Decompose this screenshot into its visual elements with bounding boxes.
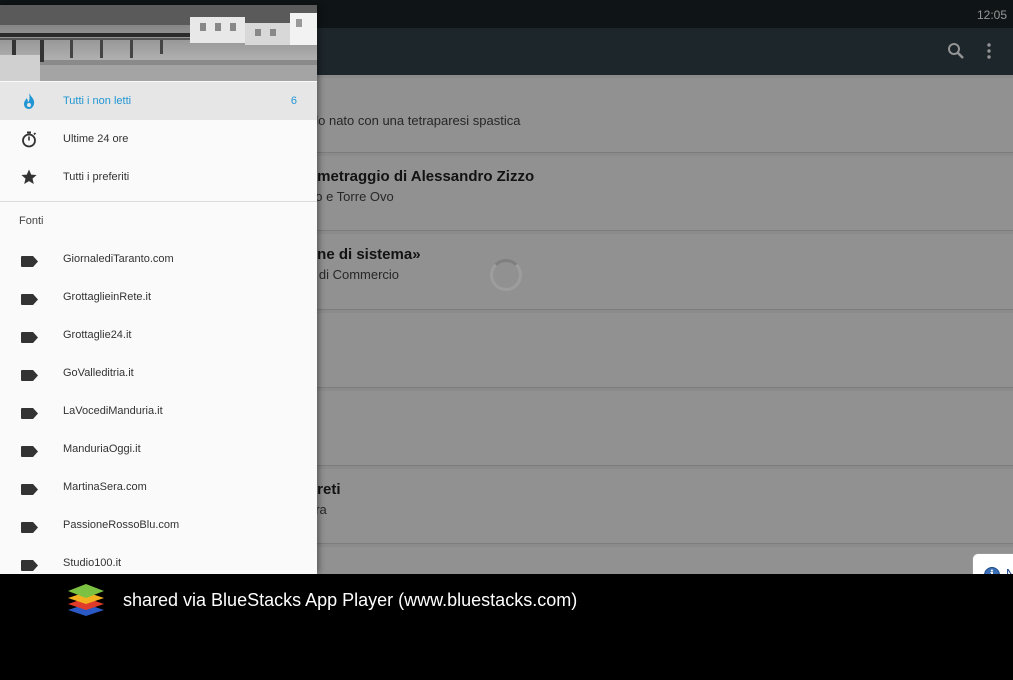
label-tag-icon (21, 330, 38, 343)
nav-item-label: Tutti i non letti (63, 95, 132, 107)
nav-item-source[interactable]: PassioneRossoBlu.com (0, 506, 317, 544)
source-label: MartinaSera.com (63, 481, 147, 493)
nav-item-source[interactable]: Grottaglie24.it (0, 316, 317, 354)
nav-item-source[interactable]: Studio100.it (0, 544, 317, 574)
source-label: ManduriaOggi.it (63, 443, 141, 455)
label-tag-icon (21, 254, 38, 267)
label-tag-icon (21, 520, 38, 533)
nav-item-source[interactable]: MartinaSera.com (0, 468, 317, 506)
navigation-drawer: Tutti i non letti 6 Ultime 24 ore Tutti … (0, 5, 317, 574)
source-label: PassioneRossoBlu.com (63, 519, 180, 531)
unread-count-badge: 6 (290, 95, 297, 107)
nav-item-label: Tutti i preferiti (63, 171, 130, 183)
label-tag-icon (21, 482, 38, 495)
stopwatch-icon (20, 130, 38, 148)
source-label: GiornalediTaranto.com (63, 253, 174, 265)
fire-icon (20, 92, 38, 110)
source-label: Grottaglie24.it (63, 329, 132, 341)
nav-item-source[interactable]: ManduriaOggi.it (0, 430, 317, 468)
source-label: Studio100.it (63, 557, 122, 569)
label-tag-icon (21, 558, 38, 571)
bluestacks-footer: shared via BlueStacks App Player (www.bl… (0, 574, 1013, 680)
label-tag-icon (21, 444, 38, 457)
label-tag-icon (21, 406, 38, 419)
star-icon (20, 168, 38, 186)
drawer-divider (0, 201, 317, 202)
info-icon: i (984, 567, 1000, 574)
label-tag-icon (21, 368, 38, 381)
nav-item-unread[interactable]: Tutti i non letti 6 (0, 82, 317, 120)
notification-toast[interactable]: i N (972, 553, 1013, 574)
nav-item-source[interactable]: GiornalediTaranto.com (0, 240, 317, 278)
bluestacks-logo-icon (66, 582, 106, 618)
sources-section-title: Fonti (19, 215, 44, 227)
nav-item-source[interactable]: GrottaglieinRete.it (0, 278, 317, 316)
label-tag-icon (21, 292, 38, 305)
footer-text: shared via BlueStacks App Player (www.bl… (123, 590, 578, 610)
loading-spinner (490, 259, 522, 291)
nav-item-last-24h[interactable]: Ultime 24 ore (0, 120, 317, 158)
nav-item-source[interactable]: LaVocediManduria.it (0, 392, 317, 430)
drawer-header-image (0, 5, 317, 81)
toast-text: N (1006, 566, 1013, 574)
nav-item-favorites[interactable]: Tutti i preferiti (0, 158, 317, 196)
source-label: GrottaglieinRete.it (63, 291, 152, 303)
android-screen: 12:05 olo nato con una tetraparesi spast… (0, 0, 1013, 574)
nav-item-source[interactable]: GoValleditria.it (0, 354, 317, 392)
source-label: LaVocediManduria.it (63, 405, 163, 417)
source-label: GoValleditria.it (63, 367, 134, 379)
nav-item-label: Ultime 24 ore (63, 133, 129, 145)
